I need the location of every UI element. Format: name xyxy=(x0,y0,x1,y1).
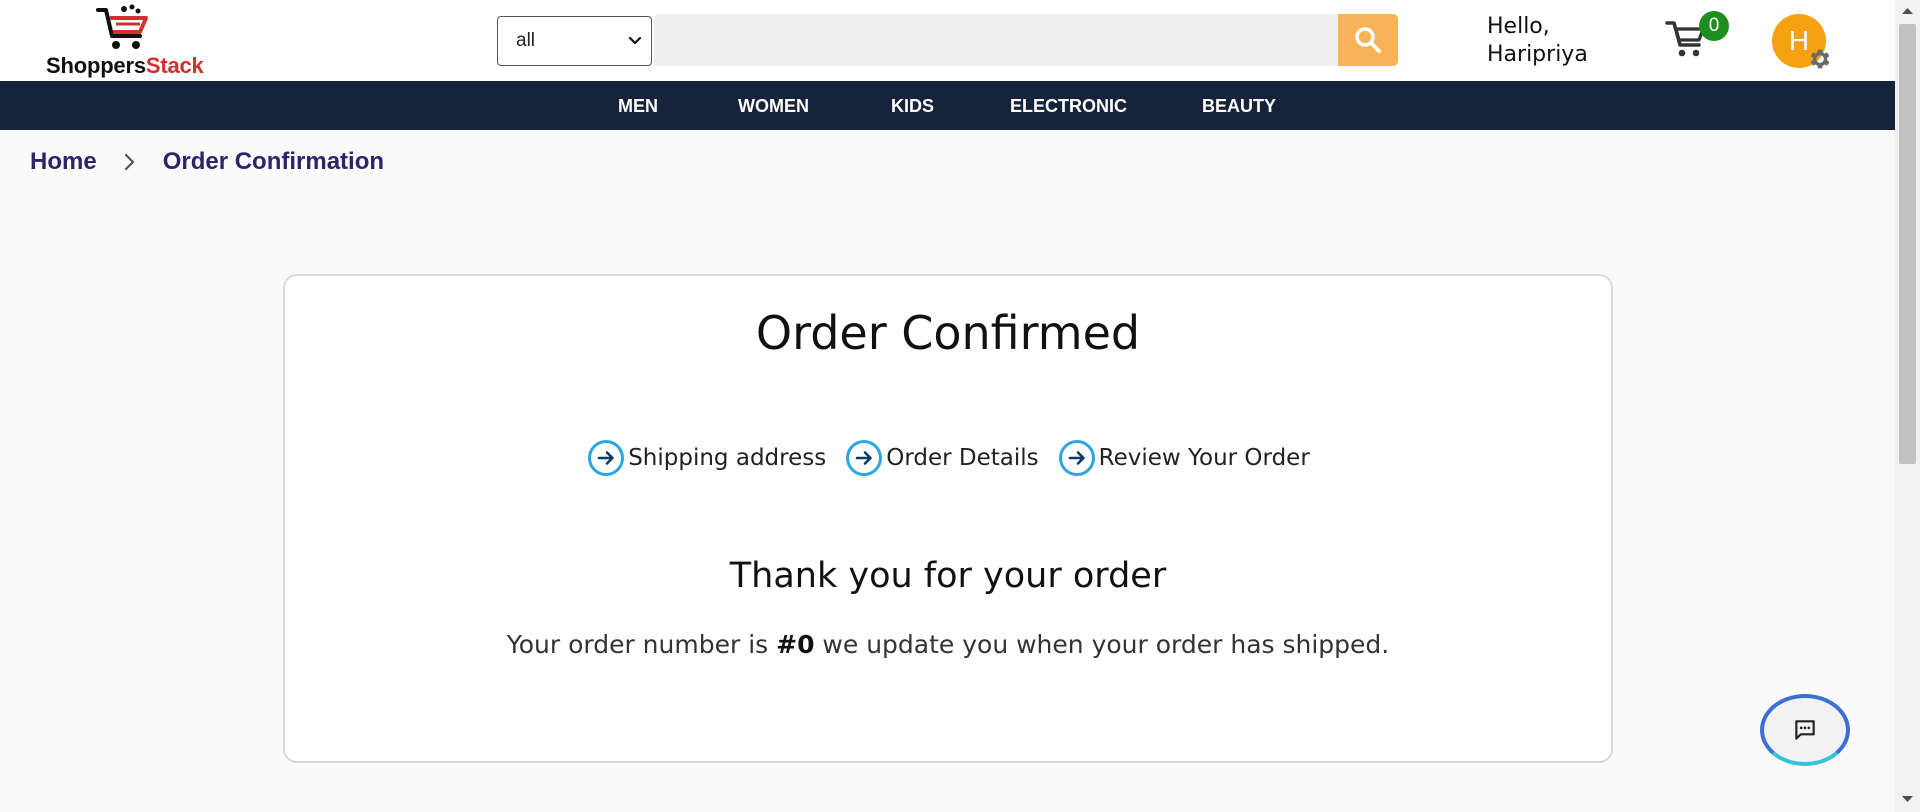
chat-icon xyxy=(1795,720,1815,740)
step-order-details[interactable]: Order Details xyxy=(844,438,1039,478)
page-title: Order Confirmed xyxy=(755,306,1141,360)
nav-item-electronic[interactable]: ELECTRONIC xyxy=(1010,81,1127,130)
nav-item-beauty[interactable]: BEAUTY xyxy=(1202,81,1276,130)
category-navbar: MEN WOMEN KIDS ELECTRONIC BEAUTY xyxy=(0,81,1895,130)
arrow-circle-right-icon xyxy=(846,440,883,476)
arrow-circle-right-icon xyxy=(1058,440,1095,476)
order-number: #0 xyxy=(776,630,815,659)
order-confirmation-card: Order Confirmed Shipping address Order D… xyxy=(283,274,1613,763)
thank-you-heading: Thank you for your order xyxy=(729,556,1167,596)
search-input[interactable] xyxy=(654,14,1338,66)
breadcrumb-home[interactable]: Home xyxy=(30,148,97,176)
scrollbar-thumb[interactable] xyxy=(1899,24,1916,464)
step-label: Order Details xyxy=(886,445,1039,471)
checkout-steps: Shipping address Order Details Review Yo… xyxy=(285,438,1611,478)
order-message-suffix: we update you when your order has shippe… xyxy=(822,630,1390,659)
greeting-username: Haripriya xyxy=(1487,42,1588,67)
scroll-up-arrow-icon[interactable] xyxy=(1901,6,1914,16)
step-label: Shipping address xyxy=(628,445,827,471)
gear-icon[interactable] xyxy=(1806,46,1832,72)
chat-button[interactable] xyxy=(1760,694,1850,766)
cart-count-badge: 0 xyxy=(1699,11,1729,41)
step-review-order[interactable]: Review Your Order xyxy=(1057,438,1310,478)
logo-text-stack: Stack xyxy=(145,53,204,78)
search-button[interactable] xyxy=(1338,14,1398,66)
nav-item-women[interactable]: WOMEN xyxy=(738,81,809,130)
logo-text-shoppers: Shoppers xyxy=(46,53,146,78)
cart-logo-icon xyxy=(96,4,148,49)
step-shipping-address[interactable]: Shipping address xyxy=(586,438,826,478)
nav-item-men[interactable]: MEN xyxy=(618,81,658,130)
header: ShoppersStack all Hello, Haripriya 0 H xyxy=(0,0,1895,81)
order-number-message: Your order number is #0 we update you wh… xyxy=(285,630,1611,659)
logo-text: ShoppersStack xyxy=(46,53,204,79)
order-message-prefix: Your order number is xyxy=(506,630,769,659)
breadcrumb-current[interactable]: Order Confirmation xyxy=(163,148,384,176)
search-icon xyxy=(1355,27,1381,53)
greeting-hello: Hello, xyxy=(1487,14,1550,39)
logo[interactable]: ShoppersStack xyxy=(44,4,224,78)
chevron-down-icon xyxy=(628,36,642,45)
category-select-value: all xyxy=(516,30,536,51)
greeting: Hello, Haripriya xyxy=(1487,13,1588,69)
arrow-circle-right-icon xyxy=(588,440,625,476)
breadcrumb: Home Order Confirmation xyxy=(30,148,384,176)
nav-item-kids[interactable]: KIDS xyxy=(891,81,934,130)
chevron-right-icon xyxy=(123,153,135,171)
scroll-down-arrow-icon[interactable] xyxy=(1901,794,1914,804)
category-select[interactable]: all xyxy=(497,16,652,66)
step-label: Review Your Order xyxy=(1098,445,1310,471)
